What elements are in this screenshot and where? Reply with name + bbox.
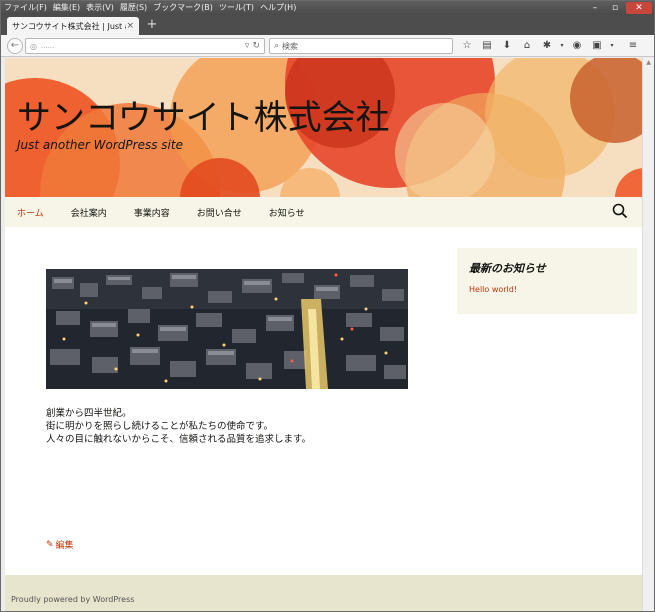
bookmark-star-icon[interactable]: ☆ [457, 38, 477, 54]
back-icon[interactable]: ← [7, 38, 23, 54]
tab-strip: サンコウサイト株式会社 | Just a... × + [1, 15, 654, 35]
reading-list-icon[interactable]: ▤ [477, 38, 497, 54]
vertical-scrollbar[interactable]: ▲ [642, 58, 654, 611]
main-navigation: ホーム 会社案内 事業内容 お問い合せ お知らせ [5, 197, 642, 227]
menu-bar: ファイル(F) 編集(E) 表示(V) 履歴(S) ブックマーク(B) ツール(… [1, 1, 654, 15]
menu-view[interactable]: 表示(V) [83, 1, 117, 15]
edit-label: 編集 [55, 541, 74, 551]
chevron-down-icon[interactable]: ▾ [557, 38, 567, 54]
download-icon[interactable]: ⬇ [497, 38, 517, 54]
recent-posts-widget: 最新のお知らせ Hello world! [457, 248, 637, 314]
widget-title: 最新のお知らせ [469, 262, 546, 275]
chevron-down-icon[interactable]: ▾ [607, 38, 617, 54]
content-line: 創業から四半世紀。 [46, 408, 132, 419]
content-line: 街に明かりを照らし続けることが私たちの使命です。 [46, 421, 274, 432]
tab-title: サンコウサイト株式会社 | Just a... [12, 21, 127, 31]
menu-tools[interactable]: ツール(T) [216, 1, 257, 15]
hamburger-menu-icon[interactable]: ≡ [623, 38, 643, 54]
menu-help[interactable]: ヘルプ(H) [257, 1, 299, 15]
url-text: ...... [40, 42, 55, 50]
search-placeholder: 検索 [282, 41, 299, 51]
entry-content: 創業から四半世紀。 街に明かりを照らし続けることが私たちの使命です。 人々の目に… [46, 407, 311, 446]
content-line: 人々の目に触れないからこそ、信頼される品質を追求します。 [46, 434, 312, 445]
site-description: Just another WordPress site [17, 138, 183, 152]
url-bar[interactable]: ◎ ...... ▿ ↻ [25, 38, 265, 54]
menu-history[interactable]: 履歴(S) [117, 1, 150, 15]
scroll-up-icon[interactable]: ▲ [643, 58, 654, 68]
extension-icon[interactable]: ✱ [537, 38, 557, 54]
search-icon[interactable] [612, 203, 628, 219]
menu-edit[interactable]: 編集(E) [50, 1, 83, 15]
pencil-icon: ✎ [46, 539, 54, 550]
site-header[interactable]: サンコウサイト株式会社 Just another WordPress site [5, 58, 642, 197]
menu-file[interactable]: ファイル(F) [1, 1, 50, 15]
nav-item-home[interactable]: ホーム [5, 206, 59, 219]
new-tab-button[interactable]: + [145, 17, 159, 33]
nav-item-company[interactable]: 会社案内 [59, 206, 122, 219]
city-night-photo [46, 269, 408, 389]
maximize-icon[interactable]: ▫ [606, 2, 624, 14]
browser-window: ファイル(F) 編集(E) 表示(V) 履歴(S) ブックマーク(B) ツール(… [0, 0, 655, 612]
nav-item-contact[interactable]: お問い合せ [185, 206, 257, 219]
site-footer: Proudly powered by WordPress [5, 575, 642, 611]
nav-item-business[interactable]: 事業内容 [122, 206, 185, 219]
site-title[interactable]: サンコウサイト株式会社 [17, 90, 390, 139]
dropdown-arrow-icon[interactable]: ▿ [245, 41, 250, 51]
home-icon[interactable]: ⌂ [517, 38, 537, 54]
minimize-icon[interactable]: – [586, 2, 604, 14]
site-identity-icon[interactable]: ◎ [30, 42, 37, 51]
search-icon: ⌕ [274, 41, 280, 51]
nav-toolbar: ← ◎ ...... ▿ ↻ ⌕ 検索 ☆ ▤ ⬇ ⌂ ✱ ▾ ◉ ▣ ▾ ≡ [1, 35, 654, 57]
footer-credit-link[interactable]: Proudly powered by WordPress [11, 595, 134, 604]
screenshot-icon[interactable]: ▣ [587, 38, 607, 54]
edit-link[interactable]: ✎ 編集 [46, 538, 74, 552]
widget-post-link[interactable]: Hello world! [469, 285, 625, 294]
search-input[interactable]: ⌕ 検索 [269, 38, 453, 54]
web-page: サンコウサイト株式会社 Just another WordPress site … [5, 58, 642, 611]
reload-icon[interactable]: ↻ [252, 41, 260, 51]
close-window-icon[interactable]: ✕ [626, 2, 652, 14]
chat-icon[interactable]: ◉ [567, 38, 587, 54]
city-night-image [46, 269, 408, 389]
nav-item-news[interactable]: お知らせ [257, 206, 320, 219]
tab-close-icon[interactable]: × [126, 21, 134, 31]
tab-active[interactable]: サンコウサイト株式会社 | Just a... × [7, 17, 139, 35]
menu-bookmarks[interactable]: ブックマーク(B) [150, 1, 216, 15]
toolbar-icons: ☆ ▤ ⬇ ⌂ ✱ ▾ ◉ ▣ ▾ ≡ [457, 38, 643, 54]
